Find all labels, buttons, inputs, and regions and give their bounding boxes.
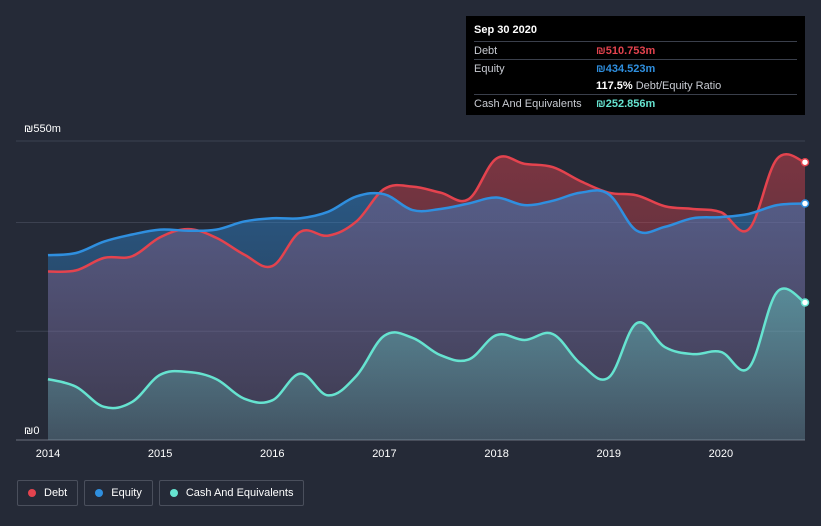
x-tick-label: 2015: [148, 448, 172, 460]
legend-dot-icon: [169, 489, 178, 497]
legend-label-cash: Cash And Equivalents: [185, 487, 294, 499]
tooltip-date: Sep 30 2020: [474, 24, 537, 36]
x-tick-label: 2020: [709, 448, 733, 460]
y-tick-label-bottom: ₪0: [24, 425, 39, 437]
legend-item-cash[interactable]: Cash And Equivalents: [158, 480, 305, 506]
end-marker-debt: [800, 157, 810, 167]
tooltip-equity-value: ₪434.523m: [596, 62, 656, 75]
x-tick-label: 2018: [484, 448, 508, 460]
legend-label-equity: Equity: [111, 487, 142, 499]
legend-label-debt: Debt: [44, 487, 68, 499]
legend-dot-icon: [95, 489, 104, 497]
tooltip-ratio-value: 117.5%: [596, 79, 633, 92]
legend-dot-icon: [28, 489, 36, 497]
tooltip-row-ratio: 117.5% Debt/Equity Ratio: [474, 77, 797, 94]
x-tick-label: 2014: [36, 448, 60, 460]
tooltip-row-cash: Cash And Equivalents ₪252.856m: [474, 94, 797, 112]
legend: Debt Equity Cash And Equivalents: [17, 480, 305, 506]
tooltip-row-debt: Debt ₪510.753m: [474, 41, 797, 59]
tooltip-debt-value: ₪510.753m: [596, 44, 656, 57]
x-tick-label: 2017: [372, 448, 396, 460]
x-tick-label: 2016: [260, 448, 284, 460]
areas: [48, 154, 805, 440]
end-marker-equity: [800, 199, 810, 208]
legend-item-equity[interactable]: Equity: [84, 480, 153, 506]
x-tick-label: 2019: [596, 448, 620, 460]
tooltip: Sep 30 2020 Debt ₪510.753m Equity ₪434.5…: [466, 16, 805, 115]
tooltip-cash-label: Cash And Equivalents: [474, 97, 582, 110]
legend-item-debt[interactable]: Debt: [17, 480, 79, 506]
tooltip-debt-label: Debt: [474, 44, 498, 57]
tooltip-cash-value: ₪252.856m: [596, 97, 656, 110]
end-marker-cash: [800, 298, 810, 307]
y-tick-label-top: ₪550m: [24, 123, 61, 135]
tooltip-ratio-text: Debt/Equity Ratio: [635, 79, 722, 92]
tooltip-row-equity: Equity ₪434.523m: [474, 59, 797, 77]
tooltip-equity-label: Equity: [474, 62, 505, 75]
